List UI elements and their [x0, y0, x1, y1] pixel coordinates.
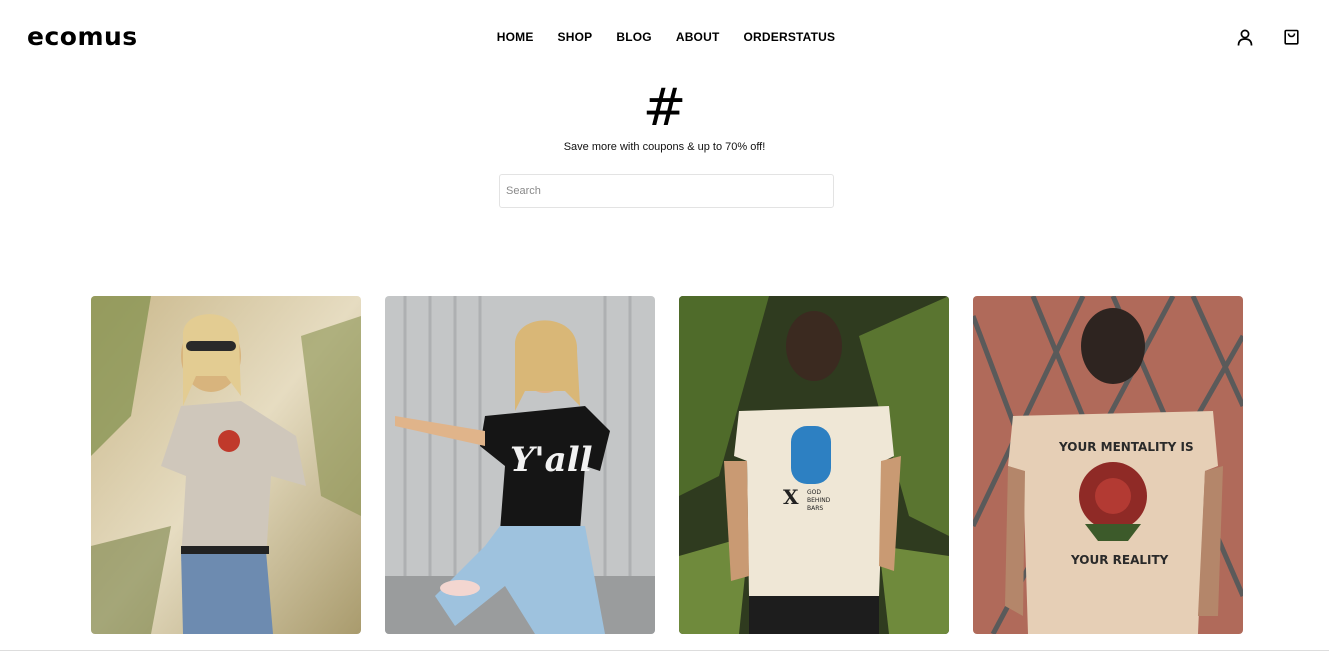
product-card-1[interactable] [91, 296, 361, 634]
shopping-bag-icon [1283, 29, 1299, 45]
product-image-2: Y'all [385, 296, 655, 634]
product-card-4[interactable]: YOUR MENTALITY IS YOUR REALITY [973, 296, 1243, 634]
product-image-4: YOUR MENTALITY IS YOUR REALITY [973, 296, 1243, 634]
svg-text:BEHIND: BEHIND [807, 497, 831, 504]
nav-home[interactable]: HOME [497, 30, 534, 44]
svg-text:GOD: GOD [807, 489, 821, 496]
cart-button[interactable] [1281, 27, 1301, 47]
product-image-3: X GOD BEHIND BARS [679, 296, 949, 634]
product-grid: Y'all X GOD BEHIND BARS YOUR MENTALITY I… [91, 296, 1243, 634]
nav-orderstatus[interactable]: ORDERSTATUS [744, 30, 836, 44]
main-nav: HOME SHOP BLOG ABOUT ORDERSTATUS [0, 30, 1329, 44]
svg-text:YOUR REALITY: YOUR REALITY [1070, 553, 1169, 567]
account-button[interactable] [1235, 27, 1255, 47]
hero-subtitle: Save more with coupons & up to 70% off! [563, 141, 766, 153]
svg-text:X: X [783, 485, 799, 509]
hero-section: # Save more with coupons & up to 70% off… [0, 80, 1329, 153]
user-icon [1237, 29, 1253, 46]
nav-about[interactable]: ABOUT [676, 30, 720, 44]
search-input[interactable] [499, 174, 834, 208]
nav-shop[interactable]: SHOP [558, 30, 593, 44]
product-card-3[interactable]: X GOD BEHIND BARS [679, 296, 949, 634]
product-card-2[interactable]: Y'all [385, 296, 655, 634]
svg-text:Y'all: Y'all [510, 440, 593, 480]
svg-text:YOUR MENTALITY IS: YOUR MENTALITY IS [1058, 440, 1194, 454]
product-image-1 [91, 296, 361, 634]
hero-hash-symbol: # [642, 78, 687, 138]
site-header: ecomus HOME SHOP BLOG ABOUT ORDERSTATUS [0, 0, 1329, 74]
svg-text:BARS: BARS [807, 505, 823, 512]
nav-blog[interactable]: BLOG [616, 30, 651, 44]
